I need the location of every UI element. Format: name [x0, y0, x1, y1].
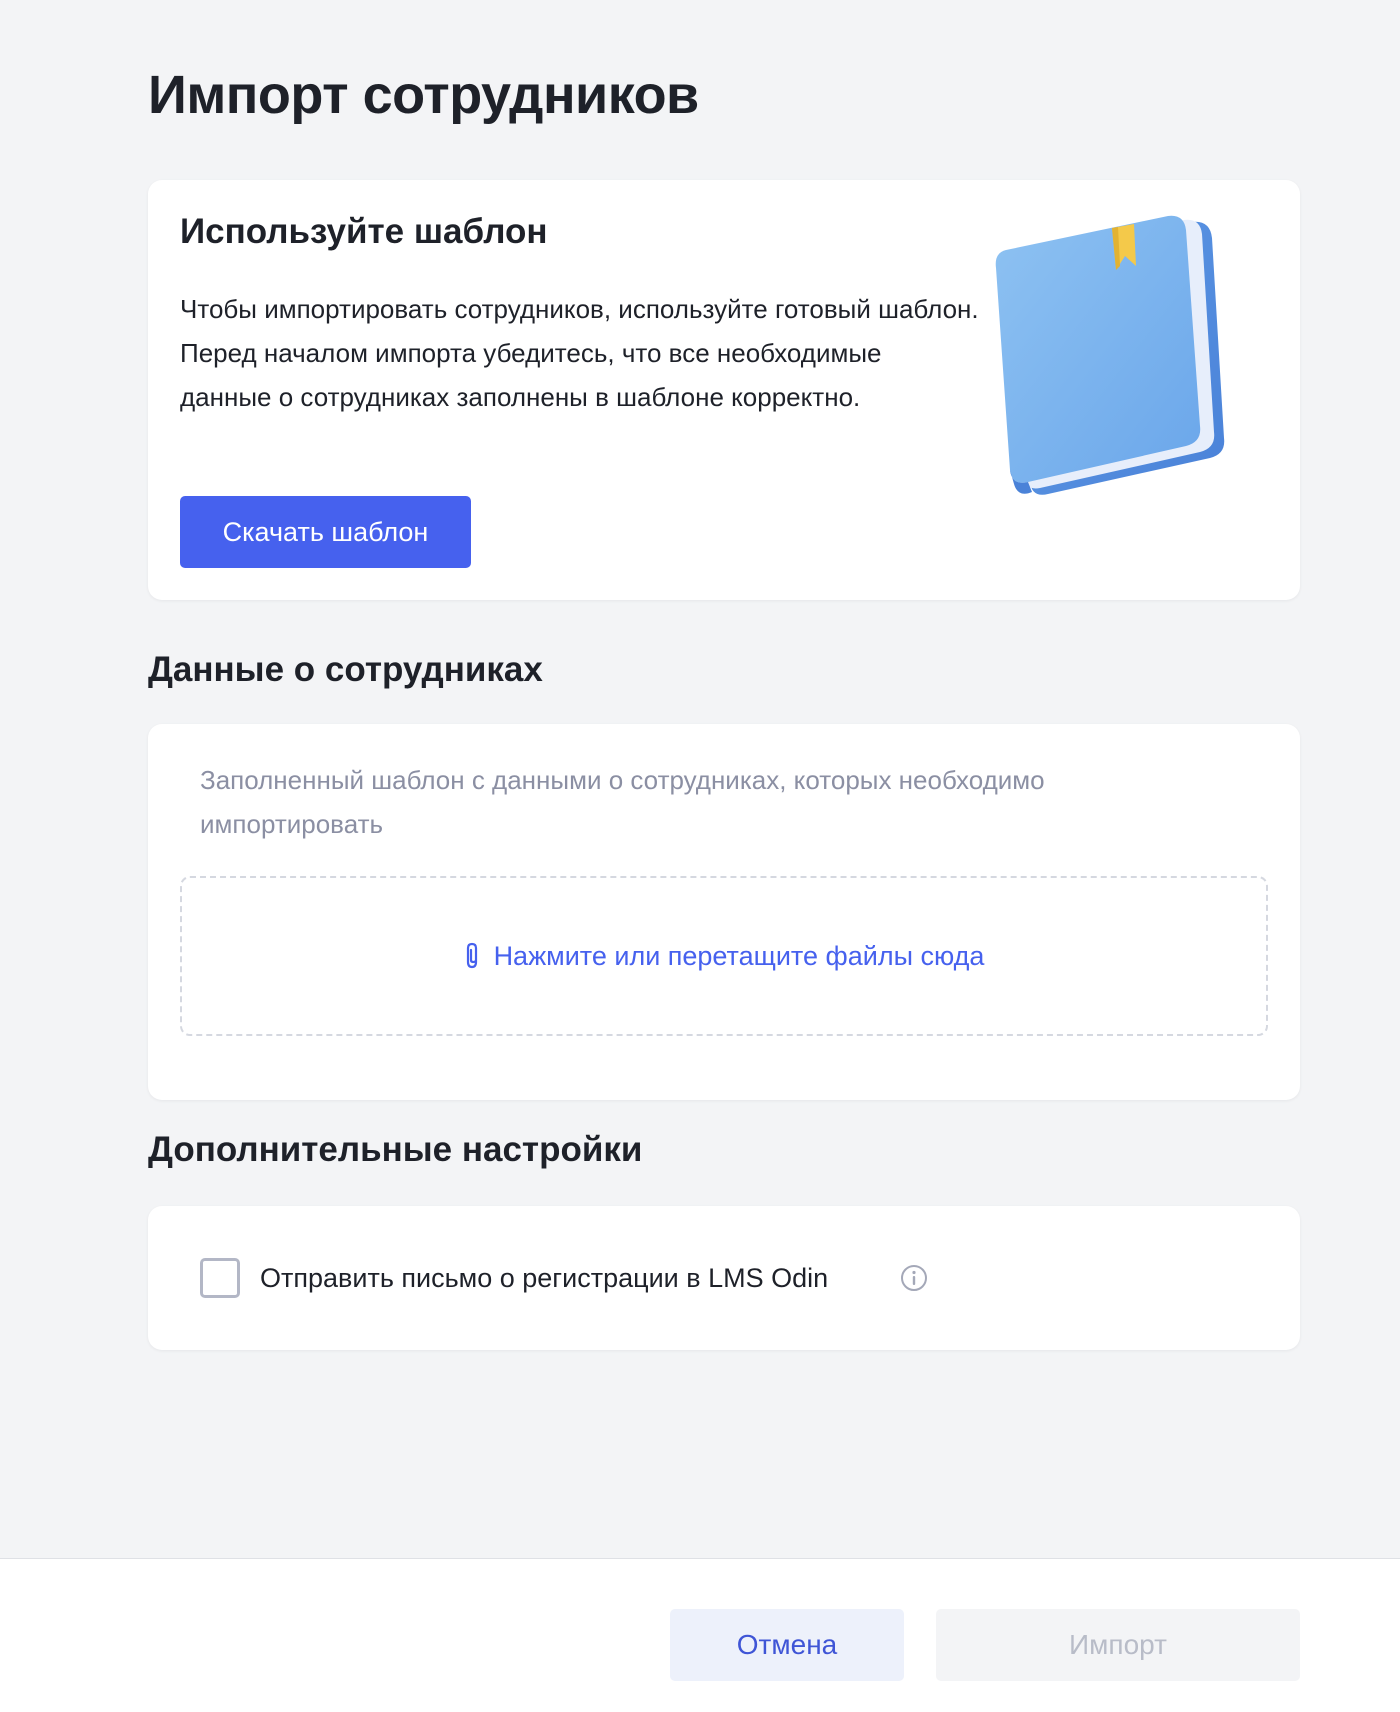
file-dropzone[interactable]: Нажмите или перетащите файлы сюда [180, 876, 1268, 1036]
send-email-label[interactable]: Отправить письмо о регистрации в LMS Odi… [260, 1260, 828, 1296]
info-icon[interactable] [900, 1264, 928, 1292]
import-employees-page: Импорт сотрудников Используйте шаблон Чт… [0, 0, 1400, 1712]
footer-bar: Отмена Импорт [0, 1558, 1400, 1712]
template-card-text: Чтобы импортировать сотрудников, использ… [180, 294, 979, 412]
upload-hint: Заполненный шаблон с данными о сотрудник… [200, 765, 1045, 839]
cancel-button[interactable]: Отмена [670, 1609, 904, 1681]
template-card-title: Используйте шаблон [180, 212, 548, 251]
send-email-checkbox[interactable] [200, 1258, 240, 1298]
import-button[interactable]: Импорт [936, 1609, 1300, 1681]
dropzone-content: Нажмите или перетащите файлы сюда [464, 940, 985, 972]
template-card: Используйте шаблон Чтобы импортировать с… [148, 180, 1300, 600]
settings-section-title: Дополнительные настройки [148, 1130, 643, 1169]
employees-section-title: Данные о сотрудниках [148, 650, 543, 689]
page-title: Импорт сотрудников [148, 65, 699, 125]
book-icon [995, 215, 1225, 495]
dropzone-label: Нажмите или перетащите файлы сюда [493, 940, 985, 971]
settings-card: Отправить письмо о регистрации в LMS Odi… [148, 1206, 1300, 1350]
paperclip-icon [466, 942, 477, 969]
upload-card: Заполненный шаблон с данными о сотрудник… [148, 724, 1300, 1100]
download-template-button[interactable]: Скачать шаблон [180, 496, 471, 568]
